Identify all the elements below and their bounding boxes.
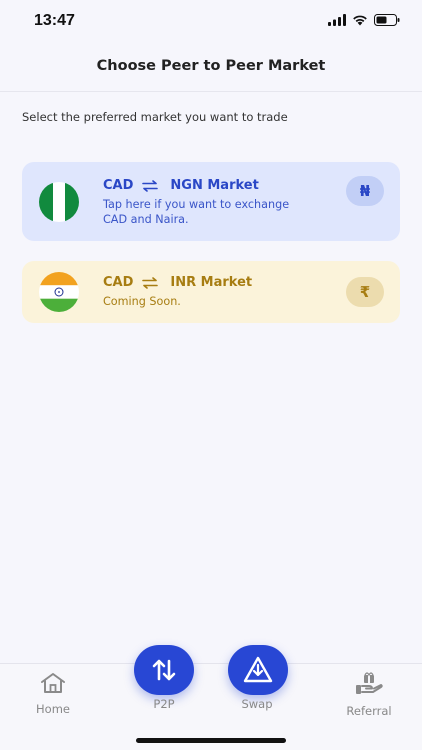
swap-button[interactable]: [228, 645, 288, 695]
nav-item-referral[interactable]: Referral: [338, 672, 400, 718]
swap-vertical-arrows-icon: [152, 659, 176, 681]
market-from-currency: CAD: [103, 275, 134, 290]
nav-label-referral: Referral: [346, 704, 392, 718]
referral-hand-gift-icon: [356, 672, 383, 694]
bottom-nav: Home Referral: [0, 663, 422, 750]
naira-symbol-badge: ₦: [346, 176, 384, 206]
market-description: Coming Soon.: [103, 294, 252, 309]
nav-item-swap[interactable]: Swap: [222, 697, 292, 711]
nav-label-swap: Swap: [241, 697, 273, 711]
market-title: CAD NGN Market: [103, 178, 289, 193]
battery-icon: [374, 14, 400, 26]
market-card-inr[interactable]: CAD INR Market Coming Soon. ₹: [22, 261, 400, 323]
market-description: Tap here if you want to exchange CAD and…: [103, 197, 289, 227]
market-card-text: CAD INR Market Coming Soon.: [103, 275, 252, 309]
market-description-line: Tap here if you want to exchange: [103, 198, 290, 211]
swap-triangle-icon: [243, 656, 273, 683]
status-icons: [328, 14, 400, 26]
market-from-currency: CAD: [103, 178, 134, 193]
page-title: Choose Peer to Peer Market: [96, 58, 326, 74]
coming-soon-label: Coming Soon.: [103, 295, 181, 308]
market-card-text: CAD NGN Market Tap here if you want to e…: [103, 178, 289, 227]
market-to-label: INR Market: [170, 275, 253, 290]
nigeria-flag-icon: [39, 182, 79, 222]
header-divider: [0, 91, 422, 92]
cellular-signal-icon: [328, 14, 346, 26]
p2p-button[interactable]: [134, 645, 194, 695]
nav-label-home: Home: [36, 702, 70, 716]
market-title: CAD INR Market: [103, 275, 252, 290]
home-indicator: [136, 738, 286, 743]
exchange-arrows-icon: [142, 276, 159, 289]
nav-item-p2p[interactable]: P2P: [130, 697, 198, 711]
exchange-arrows-icon: [142, 179, 159, 192]
market-to-label: NGN Market: [170, 178, 259, 193]
nav-label-p2p: P2P: [153, 697, 175, 711]
market-description-line: CAD and Naira.: [103, 213, 189, 226]
india-flag-icon: [39, 272, 79, 312]
home-icon: [41, 673, 65, 693]
wifi-icon: [353, 15, 367, 26]
market-card-ngn[interactable]: CAD NGN Market Tap here if you want to e…: [22, 162, 400, 241]
status-bar: 13:47: [0, 0, 422, 44]
status-time: 13:47: [34, 12, 75, 29]
instruction-text: Select the preferred market you want to …: [22, 110, 288, 124]
rupee-symbol-badge: ₹: [346, 277, 384, 307]
nav-item-home[interactable]: Home: [24, 672, 82, 716]
